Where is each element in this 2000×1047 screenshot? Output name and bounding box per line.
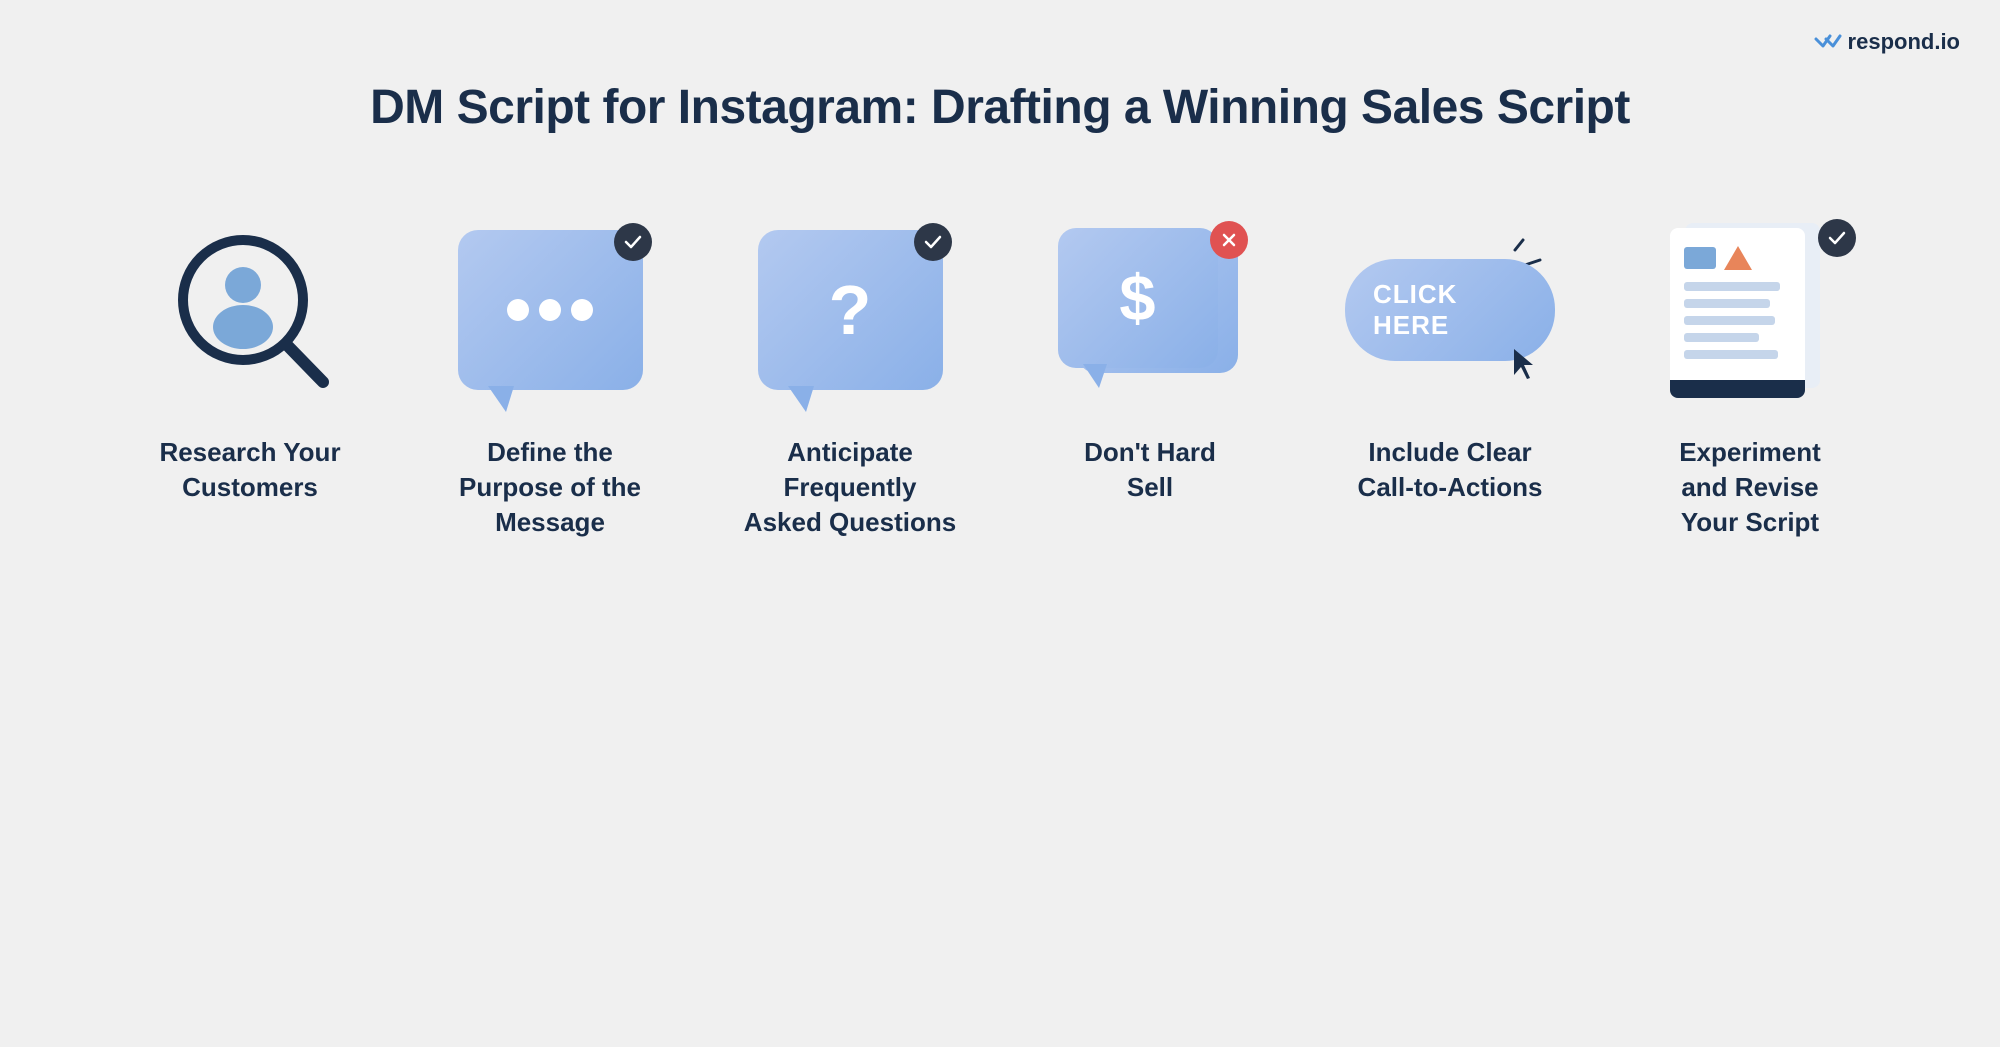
page-title: DM Script for Instagram: Drafting a Winn… bbox=[370, 80, 1630, 135]
card-cta: CLICK HERE Include ClearCall-to-Actions bbox=[1315, 215, 1585, 505]
card-label-research: Research Your Customers bbox=[159, 435, 340, 505]
click-here-area: CLICK HERE bbox=[1345, 225, 1555, 395]
doc-line-3 bbox=[1684, 316, 1775, 325]
card-label-experiment: Experiment and Revise Your Script bbox=[1679, 435, 1821, 540]
icon-area-research bbox=[140, 215, 360, 405]
badge-check-anticipate bbox=[914, 223, 952, 261]
dot-1 bbox=[507, 299, 529, 321]
doc-tri bbox=[1724, 246, 1752, 270]
magnify-icon bbox=[165, 225, 335, 395]
card-label-anticipate: Anticipate Frequently Asked Questions bbox=[744, 435, 956, 540]
doc-rect bbox=[1684, 247, 1716, 269]
card-research: Research Your Customers bbox=[115, 215, 385, 505]
cursor-icon bbox=[1511, 347, 1539, 381]
badge-check-experiment bbox=[1818, 219, 1856, 257]
badge-x-dont-sell bbox=[1210, 221, 1248, 259]
doc-page-front bbox=[1670, 228, 1805, 393]
click-here-button[interactable]: CLICK HERE bbox=[1345, 259, 1555, 361]
card-define: Define the Purpose of the Message bbox=[415, 215, 685, 540]
logo: respond.io bbox=[1814, 28, 1960, 56]
doc-line-1 bbox=[1684, 282, 1780, 291]
logo-text: respond.io bbox=[1848, 29, 1960, 55]
dollar-sign: $ bbox=[1119, 260, 1155, 335]
icon-area-cta: CLICK HERE bbox=[1340, 215, 1560, 405]
doc-shapes bbox=[1684, 246, 1791, 270]
doc-line-5 bbox=[1684, 350, 1778, 359]
card-dont-sell: $ Don't Hard Sell bbox=[1015, 215, 1285, 505]
doc-line-2 bbox=[1684, 299, 1770, 308]
icon-area-define bbox=[440, 215, 660, 405]
cards-container: Research Your Customers Define the Purpo… bbox=[75, 215, 1925, 540]
icon-area-dont-sell: $ bbox=[1040, 215, 1260, 405]
question-mark: ? bbox=[829, 270, 872, 350]
doc-line-4 bbox=[1684, 333, 1759, 342]
badge-check-define bbox=[614, 223, 652, 261]
dots-container bbox=[507, 299, 593, 321]
speech-bubble-dots-icon bbox=[458, 230, 643, 390]
card-anticipate: ? Anticipate Frequently Asked Questions bbox=[715, 215, 985, 540]
card-label-define: Define the Purpose of the Message bbox=[459, 435, 641, 540]
dot-2 bbox=[539, 299, 561, 321]
logo-icon bbox=[1814, 28, 1842, 56]
icon-area-anticipate: ? bbox=[740, 215, 960, 405]
dollar-bubble-front: $ bbox=[1058, 228, 1218, 368]
card-label-dont-sell: Don't Hard Sell bbox=[1084, 435, 1216, 505]
card-experiment: Experiment and Revise Your Script bbox=[1615, 215, 1885, 540]
card-label-cta: Include ClearCall-to-Actions bbox=[1358, 435, 1543, 505]
doc-bottom-bar bbox=[1670, 380, 1805, 398]
document-icon bbox=[1665, 223, 1835, 398]
speech-bubble-question-icon: ? bbox=[758, 230, 943, 390]
dot-3 bbox=[571, 299, 593, 321]
icon-area-experiment bbox=[1640, 215, 1860, 405]
